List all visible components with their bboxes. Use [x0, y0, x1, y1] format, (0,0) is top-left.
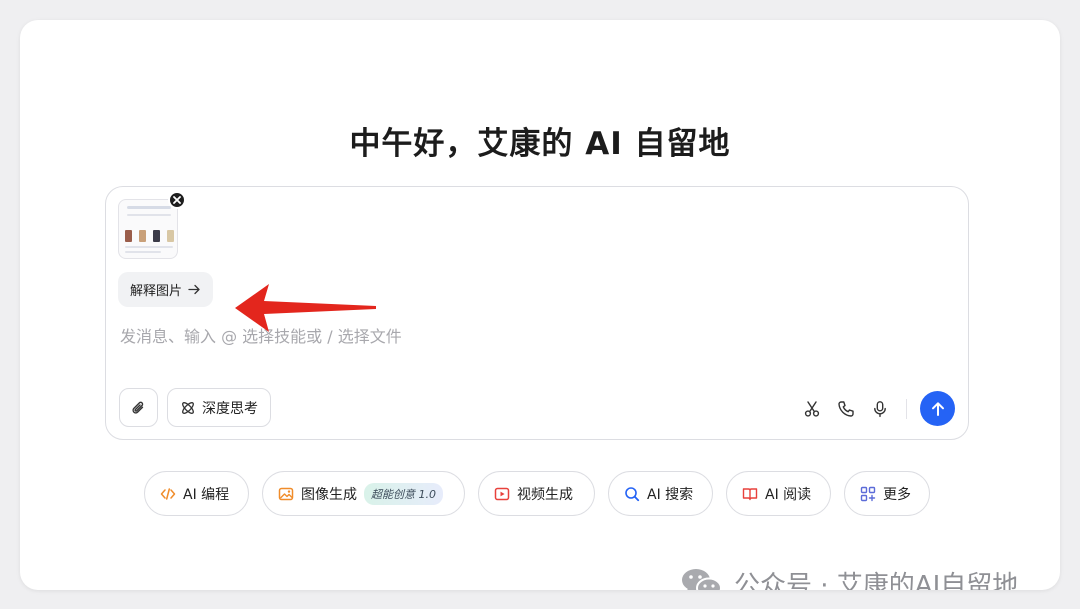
chip-label: 更多 [883, 486, 911, 503]
attach-file-button[interactable] [119, 388, 158, 427]
wechat-icon [682, 568, 722, 590]
close-icon [173, 196, 181, 204]
chip-label: AI 搜索 [647, 486, 694, 503]
watermark-text: 公众号 · 艾康的AI自留地 [734, 571, 1019, 590]
phone-icon [838, 401, 854, 417]
explain-image-label: 解释图片 [130, 284, 183, 299]
image-icon [278, 487, 294, 500]
chip-label: AI 阅读 [765, 486, 812, 503]
chip-badge: 超能创意 1.0 [364, 482, 443, 505]
chip-more[interactable]: 更多 [844, 471, 930, 516]
deep-think-label: 深度思考 [202, 400, 258, 417]
chip-label: 视频生成 [517, 486, 573, 503]
search-icon [625, 486, 640, 501]
annotation-arrow-icon [235, 284, 376, 332]
chip-label: AI 编程 [183, 486, 230, 503]
remove-attachment-button[interactable] [168, 191, 186, 209]
send-button[interactable] [920, 391, 955, 426]
page-title: 中午好，艾康的 AI 自留地 [349, 126, 731, 162]
screenshot-button[interactable] [801, 398, 823, 420]
attachment-thumbnail[interactable] [118, 199, 178, 259]
microphone-icon [874, 401, 886, 418]
chip-ai-coding[interactable]: AI 编程 [144, 471, 249, 516]
arrow-up-icon [931, 401, 944, 416]
arrow-right-icon [188, 284, 200, 295]
chip-video-generation[interactable]: 视频生成 [478, 471, 595, 516]
book-icon [742, 487, 758, 500]
main-card: 中午好，艾康的 AI 自留地 解释图片 发消息、输入 @ 选择技能或 / 选择文… [20, 20, 1060, 590]
chip-image-generation[interactable]: 图像生成 超能创意 1.0 [262, 471, 465, 516]
chip-ai-search[interactable]: AI 搜索 [608, 471, 713, 516]
voice-input-button[interactable] [869, 398, 891, 420]
grid-icon [860, 486, 876, 501]
voice-call-button[interactable] [835, 398, 857, 420]
paperclip-icon [131, 401, 143, 414]
chip-ai-reading[interactable]: AI 阅读 [726, 471, 831, 516]
explain-image-button[interactable]: 解释图片 [118, 272, 214, 307]
toolbar-divider [906, 399, 907, 419]
chip-label: 图像生成 [301, 486, 357, 503]
scissors-icon [804, 401, 820, 417]
video-icon [494, 487, 510, 500]
watermark: 公众号 · 艾康的AI自留地 [680, 565, 1018, 590]
atom-icon [182, 401, 194, 414]
code-icon [160, 487, 176, 500]
message-input[interactable]: 发消息、输入 @ 选择技能或 / 选择文件 [120, 323, 720, 347]
deep-think-button[interactable]: 深度思考 [167, 388, 271, 427]
